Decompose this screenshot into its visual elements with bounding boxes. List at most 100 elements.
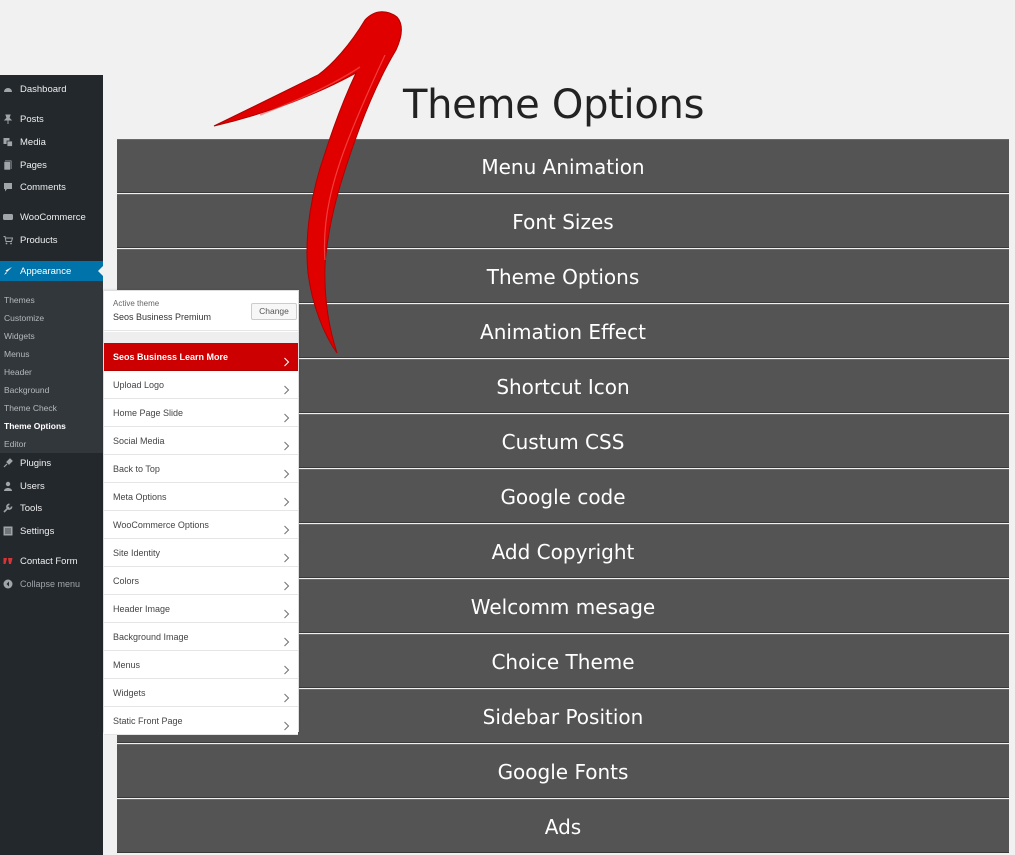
theme-option-ads[interactable]: Ads xyxy=(117,799,1009,853)
chevron-right-icon xyxy=(283,408,290,423)
submenu-item-customize[interactable]: Customize xyxy=(4,309,44,327)
appearance-submenu: Themes Customize Widgets Menus Header Backgro… xyxy=(0,281,103,453)
theme-option-menu-animation[interactable]: Menu Animation xyxy=(117,139,1009,193)
chevron-right-icon xyxy=(283,520,290,535)
customizer-section-meta-options[interactable]: Meta Options xyxy=(104,483,298,511)
sidebar-item-appearance[interactable]: Appearance xyxy=(0,261,103,281)
customizer-section-back-to-top[interactable]: Back to Top xyxy=(104,455,298,483)
sidebar-item-posts[interactable]: Posts xyxy=(0,108,103,130)
wrench-icon xyxy=(3,503,13,513)
sidebar-item-comments[interactable]: Comments xyxy=(0,176,103,198)
chevron-right-icon xyxy=(283,548,290,563)
sidebar-item-label: Dashboard xyxy=(20,83,67,95)
customizer-section-seos-business-learn-more[interactable]: Seos Business Learn More xyxy=(104,343,298,371)
chevron-right-icon xyxy=(283,716,290,731)
customizer-section-static-front-page[interactable]: Static Front Page xyxy=(104,707,298,735)
customizer-section-site-identity[interactable]: Site Identity xyxy=(104,539,298,567)
sidebar-item-label: Products xyxy=(20,234,58,246)
settings-icon xyxy=(3,526,13,536)
customizer-panel: Active theme Seos Business Premium Chang… xyxy=(103,290,299,735)
cart-icon xyxy=(3,235,13,245)
customizer-section-widgets[interactable]: Widgets xyxy=(104,679,298,707)
sidebar-item-users[interactable]: Users xyxy=(0,475,103,497)
customizer-section-label: Home Page Slide xyxy=(113,407,184,418)
sidebar-item-pages[interactable]: Pages xyxy=(0,154,103,176)
customizer-section-label: Background Image xyxy=(113,631,189,642)
submenu-item-themes[interactable]: Themes xyxy=(4,291,35,309)
sidebar-item-label: Users xyxy=(20,480,45,492)
active-theme-section: Active theme Seos Business Premium Chang… xyxy=(104,291,298,331)
customizer-section-label: Social Media xyxy=(113,435,165,446)
dashboard-icon xyxy=(3,84,13,94)
customizer-section-colors[interactable]: Colors xyxy=(104,567,298,595)
customizer-section-background-image[interactable]: Background Image xyxy=(104,623,298,651)
brush-icon xyxy=(3,266,13,276)
section-divider xyxy=(104,332,298,343)
submenu-item-theme-options[interactable]: Theme Options xyxy=(4,417,66,435)
sidebar-item-label: Media xyxy=(20,136,46,148)
customizer-section-label: Widgets xyxy=(113,687,146,698)
sidebar-item-products[interactable]: Products xyxy=(0,229,103,251)
chevron-right-icon xyxy=(283,604,290,619)
sidebar-item-label: Plugins xyxy=(20,457,52,469)
active-theme-name: Seos Business Premium xyxy=(113,312,212,322)
submenu-item-header[interactable]: Header xyxy=(4,363,32,381)
admin-sidebar: Dashboard Posts Media Pages Comments WooComme… xyxy=(0,75,103,855)
theme-option-google-fonts[interactable]: Google Fonts xyxy=(117,744,1009,798)
sidebar-item-label: Comments xyxy=(20,181,66,193)
collapse-icon xyxy=(3,579,13,589)
contact-form-icon xyxy=(3,556,13,566)
sidebar-item-dashboard[interactable]: Dashboard xyxy=(0,78,103,100)
submenu-item-widgets[interactable]: Widgets xyxy=(4,327,35,345)
customizer-section-woocommerce-options[interactable]: WooCommerce Options xyxy=(104,511,298,539)
theme-option-font-sizes[interactable]: Font Sizes xyxy=(117,194,1009,248)
media-icon xyxy=(3,137,13,147)
sidebar-item-collapse-menu[interactable]: Collapse menu xyxy=(0,573,103,595)
customizer-section-menus[interactable]: Menus xyxy=(104,651,298,679)
submenu-item-background[interactable]: Background xyxy=(4,381,49,399)
sidebar-item-label: Appearance xyxy=(20,265,72,277)
sidebar-item-label: WooCommerce xyxy=(20,211,86,223)
sidebar-item-label: Pages xyxy=(20,159,47,171)
sidebar-item-label: Collapse menu xyxy=(20,579,81,589)
user-icon xyxy=(3,481,13,491)
comment-icon xyxy=(3,182,13,192)
sidebar-item-label: Posts xyxy=(20,113,44,125)
sidebar-item-contact-form[interactable]: Contact Form xyxy=(0,550,103,572)
chevron-right-icon xyxy=(283,352,290,367)
chevron-right-icon xyxy=(283,380,290,395)
customizer-section-label: Upload Logo xyxy=(113,379,165,390)
pin-icon xyxy=(3,114,13,124)
change-theme-button[interactable]: Change xyxy=(251,303,297,320)
chevron-right-icon xyxy=(283,492,290,507)
chevron-right-icon xyxy=(283,464,290,479)
page-title: Theme Options xyxy=(403,82,705,128)
sidebar-item-plugins[interactable]: Plugins xyxy=(0,452,103,474)
customizer-section-label: Static Front Page xyxy=(113,715,183,726)
chevron-right-icon xyxy=(283,632,290,647)
customizer-section-label: Header Image xyxy=(113,603,171,614)
customizer-section-label: WooCommerce Options xyxy=(113,519,209,530)
sidebar-item-settings[interactable]: Settings xyxy=(0,520,103,542)
customizer-section-social-media[interactable]: Social Media xyxy=(104,427,298,455)
sidebar-item-label: Settings xyxy=(20,525,55,537)
customizer-section-label: Meta Options xyxy=(113,491,167,502)
customizer-section-label: Colors xyxy=(113,575,140,586)
sidebar-item-tools[interactable]: Tools xyxy=(0,497,103,519)
page-icon xyxy=(3,160,13,170)
submenu-item-menus[interactable]: Menus xyxy=(4,345,30,363)
sidebar-item-woocommerce[interactable]: WooCommerce xyxy=(0,206,103,228)
customizer-section-upload-logo[interactable]: Upload Logo xyxy=(104,371,298,399)
sidebar-item-media[interactable]: Media xyxy=(0,131,103,153)
customizer-section-home-page-slide[interactable]: Home Page Slide xyxy=(104,399,298,427)
submenu-item-theme-check[interactable]: Theme Check xyxy=(4,399,57,417)
sidebar-item-label: Contact Form xyxy=(20,555,78,567)
current-indicator xyxy=(98,266,103,276)
submenu-item-editor[interactable]: Editor xyxy=(4,435,26,453)
plug-icon xyxy=(3,458,13,468)
sidebar-item-label: Tools xyxy=(20,502,43,514)
customizer-section-label: Seos Business Learn More xyxy=(113,351,229,362)
active-theme-label: Active theme xyxy=(113,299,160,308)
chevron-right-icon xyxy=(283,436,290,451)
customizer-section-header-image[interactable]: Header Image xyxy=(104,595,298,623)
